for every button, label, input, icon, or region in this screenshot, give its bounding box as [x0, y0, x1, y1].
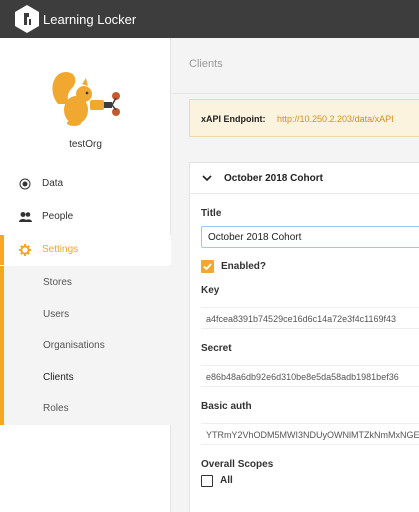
- settings-subnav: Stores Users Organisations Clients Roles: [0, 266, 171, 425]
- app-name: Learning Locker: [43, 11, 137, 27]
- basic-auth-label: Basic auth: [201, 401, 252, 412]
- endpoint-label: xAPI Endpoint:: [201, 114, 266, 124]
- brand[interactable]: Learning Locker: [14, 4, 136, 34]
- people-icon: [19, 211, 32, 223]
- main-content: Clients xAPI Endpoint: http://10.250.2.2…: [172, 38, 419, 512]
- top-bar: Learning Locker: [0, 0, 419, 38]
- secret-label: Secret: [201, 343, 232, 354]
- sidebar: testOrg Data People Settings Stores User…: [0, 38, 171, 512]
- xapi-endpoint-banner: xAPI Endpoint: http://10.250.2.203/data/…: [189, 99, 419, 137]
- page-header: Clients: [172, 38, 419, 94]
- subnav-item-clients[interactable]: Clients: [43, 372, 74, 383]
- sidebar-item-label: Data: [42, 178, 64, 189]
- client-panel: October 2018 Cohort Title Enabled? Key a…: [189, 162, 419, 512]
- subnav-item-organisations[interactable]: Organisations: [43, 340, 105, 351]
- org-name: testOrg: [69, 139, 102, 150]
- client-panel-header[interactable]: October 2018 Cohort: [190, 163, 419, 194]
- chevron-down-icon: [202, 173, 212, 183]
- page-title: Clients: [189, 58, 223, 70]
- endpoint-url[interactable]: http://10.250.2.203/data/xAPI: [277, 114, 394, 124]
- learning-locker-logo-icon: [14, 4, 40, 34]
- sidebar-item-settings[interactable]: Settings: [0, 235, 171, 265]
- basic-auth-field[interactable]: YTRmY2VhODM5MWI3NDUyOWNlMTZkNmMxNGE3: [201, 423, 419, 445]
- radio-target-icon: [19, 178, 31, 190]
- client-name: October 2018 Cohort: [224, 173, 323, 184]
- subnav-item-roles[interactable]: Roles: [43, 403, 69, 414]
- key-label: Key: [201, 285, 220, 296]
- subnav-item-stores[interactable]: Stores: [43, 277, 72, 288]
- subnav-item-users[interactable]: Users: [43, 309, 69, 320]
- secret-field[interactable]: e86b48a6db92e6d310be8e5da58adb1981bef36: [201, 365, 419, 387]
- enabled-label: Enabled?: [221, 261, 267, 272]
- title-label: Title: [201, 208, 222, 219]
- title-input[interactable]: [201, 226, 419, 248]
- overall-scopes-label: Overall Scopes: [201, 459, 274, 470]
- scope-all-checkbox[interactable]: [201, 475, 213, 487]
- sidebar-item-label: Settings: [42, 244, 79, 255]
- check-icon: [203, 263, 212, 271]
- squirrel-logo-icon: [52, 72, 120, 126]
- sidebar-item-label: People: [42, 211, 74, 222]
- key-field[interactable]: a4fcea8391b74529ce16d6c14a72e3f4c1169f43: [201, 307, 419, 329]
- scope-all-label: All: [220, 475, 233, 486]
- sidebar-item-data[interactable]: Data: [0, 169, 171, 199]
- sidebar-item-people[interactable]: People: [0, 202, 171, 232]
- enabled-checkbox[interactable]: [201, 260, 214, 273]
- gear-icon: [19, 244, 31, 256]
